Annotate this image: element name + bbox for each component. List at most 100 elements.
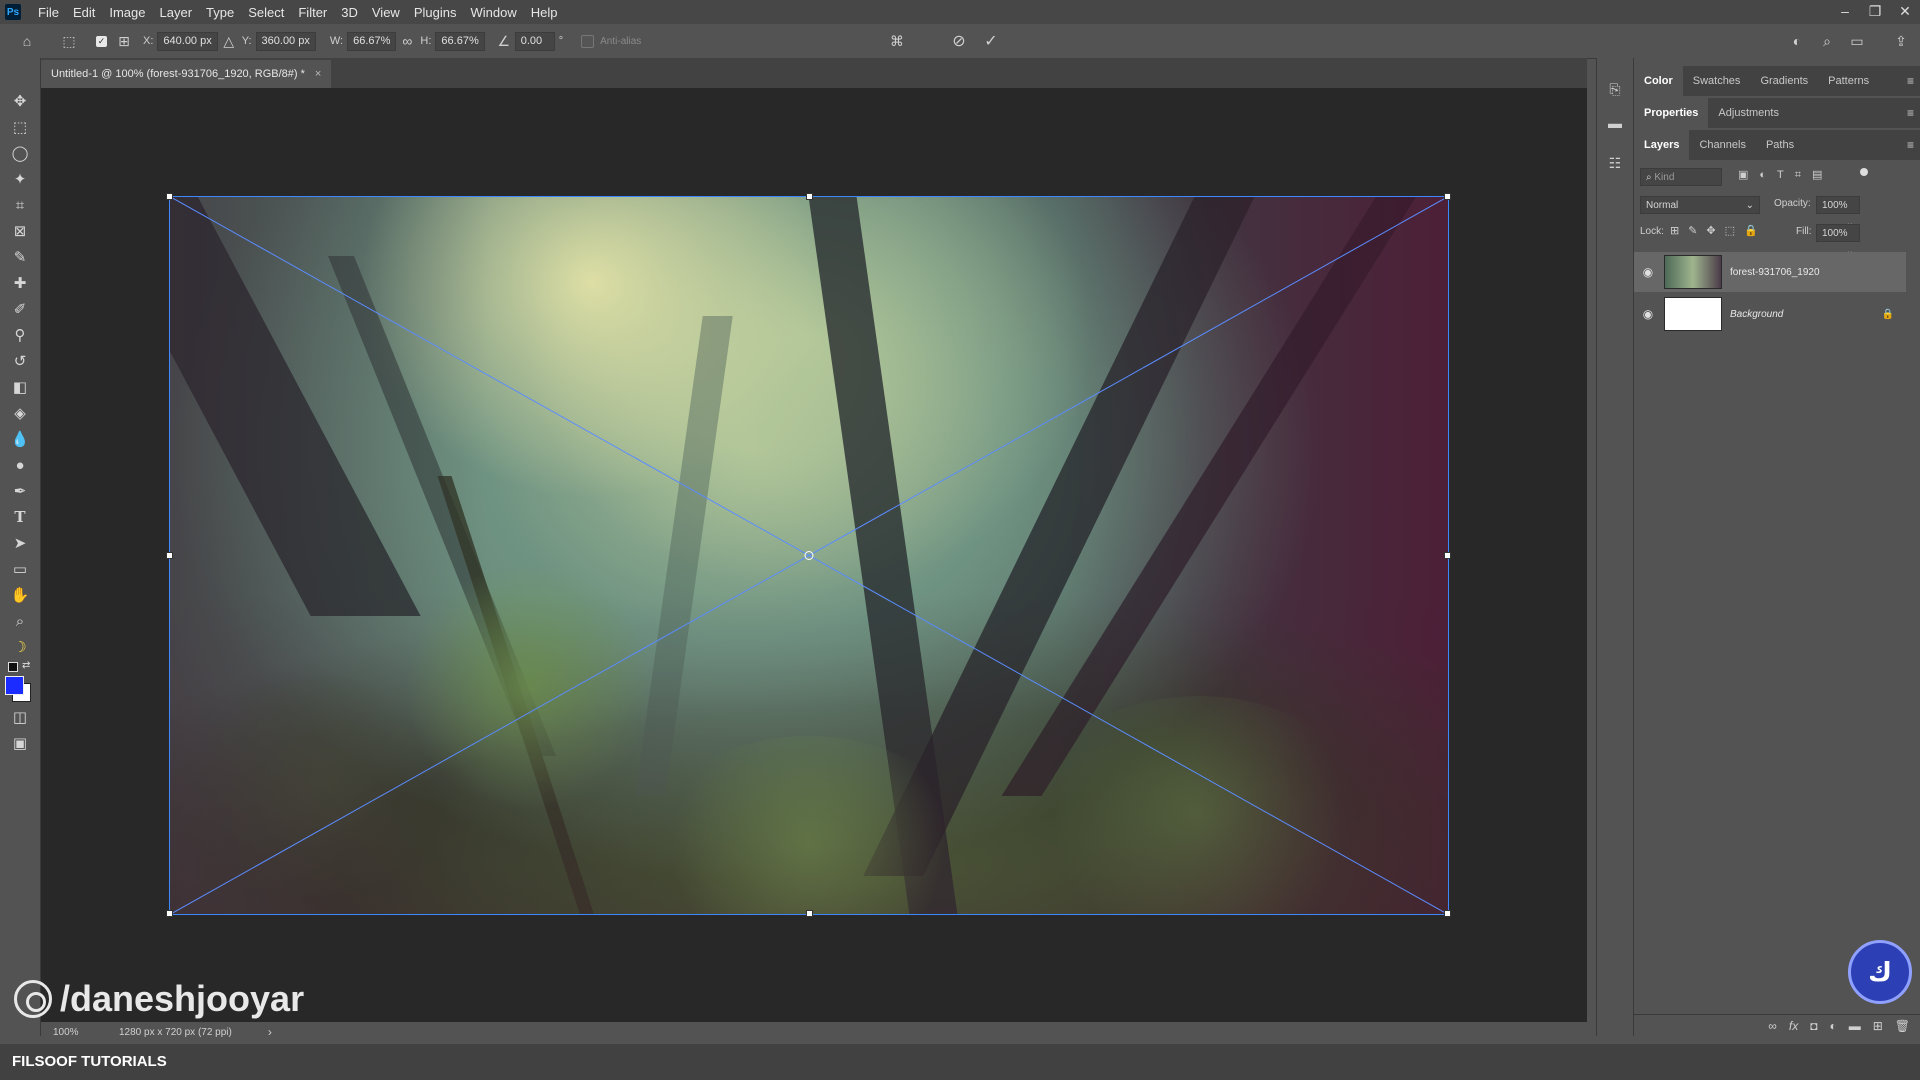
panel-menu-icon[interactable]: ≡ <box>1907 74 1914 88</box>
new-group-icon[interactable]: ▬ <box>1849 1019 1861 1033</box>
link-layers-icon[interactable]: ∞ <box>1768 1019 1777 1033</box>
menu-view[interactable]: View <box>365 5 407 20</box>
handle-top-left[interactable] <box>166 193 173 200</box>
lasso-tool-icon[interactable]: ◯ <box>0 140 40 166</box>
paint-bucket-tool-icon[interactable]: ◈ <box>0 400 40 426</box>
crop-tool-icon[interactable]: ⌗ <box>0 192 40 218</box>
eye-icon[interactable]: ◉ <box>1634 265 1662 279</box>
screen-mode-icon[interactable]: ▣ <box>0 730 40 756</box>
default-colors-icon[interactable] <box>8 662 18 672</box>
transform-bounding-box[interactable] <box>166 193 1451 917</box>
eraser-tool-icon[interactable]: ◧ <box>0 374 40 400</box>
tab-color[interactable]: Color <box>1634 66 1683 96</box>
close-tab-icon[interactable]: × <box>315 60 321 88</box>
lock-icons[interactable]: ⊞✎✥⬚🔒 <box>1670 224 1767 237</box>
menu-layer[interactable]: Layer <box>153 5 200 20</box>
banana-icon[interactable]: ☽ <box>0 634 40 660</box>
dodge-tool-icon[interactable]: ● <box>0 452 40 478</box>
layer-name[interactable]: Background <box>1730 309 1783 320</box>
layer-row-forest[interactable]: ◉ forest-931706_1920 <box>1634 252 1906 292</box>
delta-icon[interactable]: △ <box>218 30 240 52</box>
panel-menu-icon[interactable]: ≡ <box>1907 138 1914 152</box>
marquee-tool-icon[interactable]: ⬚ <box>0 114 40 140</box>
status-menu-arrow[interactable]: › <box>268 1025 272 1039</box>
tab-adjustments[interactable]: Adjustments <box>1708 98 1789 128</box>
handle-top-center[interactable] <box>806 193 813 200</box>
clone-stamp-tool-icon[interactable]: ⚲ <box>0 322 40 348</box>
home-icon[interactable]: ⌂ <box>16 30 38 52</box>
tab-swatches[interactable]: Swatches <box>1683 66 1751 96</box>
share-user-icon[interactable]: ◐ <box>1786 30 1808 52</box>
pen-tool-icon[interactable]: ✒ <box>0 478 40 504</box>
menu-filter[interactable]: Filter <box>291 5 334 20</box>
menu-edit[interactable]: Edit <box>66 5 102 20</box>
path-selection-tool-icon[interactable]: ➤ <box>0 530 40 556</box>
new-layer-icon[interactable]: ⊞ <box>1873 1019 1883 1033</box>
quick-mask-icon[interactable]: ◫ <box>0 704 40 730</box>
commit-transform-icon[interactable]: ✓ <box>980 30 1002 52</box>
layer-filter-field[interactable]: ⌕ Kind <box>1640 168 1722 186</box>
zoom-level[interactable]: 100% <box>53 1027 113 1038</box>
hand-tool-icon[interactable]: ✋ <box>0 582 40 608</box>
brush-tool-icon[interactable]: ✐ <box>0 296 40 322</box>
history-icon[interactable]: ⎘ <box>1597 72 1633 106</box>
warp-mode-icon[interactable]: ⌘ <box>886 30 908 52</box>
menu-window[interactable]: Window <box>463 5 523 20</box>
add-mask-icon[interactable]: ◘ <box>1810 1019 1817 1033</box>
move-tool-icon[interactable]: ✥ <box>0 88 40 114</box>
swap-colors-icon[interactable]: ⇄ <box>22 660 30 671</box>
tab-gradients[interactable]: Gradients <box>1750 66 1818 96</box>
height-field[interactable]: 66.67% <box>435 31 485 51</box>
handle-bottom-center[interactable] <box>806 910 813 917</box>
layer-name[interactable]: forest-931706_1920 <box>1730 267 1820 278</box>
handle-bottom-right[interactable] <box>1444 910 1451 917</box>
frame-tool-icon[interactable]: ⊠ <box>0 218 40 244</box>
handle-bottom-left[interactable] <box>166 910 173 917</box>
comments-icon[interactable]: ▬ <box>1597 106 1633 140</box>
handle-top-right[interactable] <box>1444 193 1451 200</box>
blend-mode-select[interactable]: Normal ⌄ <box>1640 196 1760 214</box>
tab-patterns[interactable]: Patterns <box>1818 66 1879 96</box>
document-tab[interactable]: Untitled-1 @ 100% (forest-931706_1920, R… <box>41 60 332 88</box>
menu-3d[interactable]: 3D <box>334 5 365 20</box>
blur-tool-icon[interactable]: 💧 <box>0 426 40 452</box>
close-window-button[interactable]: ✕ <box>1890 0 1920 24</box>
delete-layer-icon[interactable]: 🗑 <box>1895 1019 1910 1033</box>
angle-field[interactable]: 0.00 <box>514 31 555 51</box>
lock-icon[interactable]: 🔒 <box>1882 309 1894 320</box>
menu-plugins[interactable]: Plugins <box>407 5 464 20</box>
reference-point-grid-icon[interactable]: ⊞ <box>113 30 135 52</box>
search-icon[interactable]: ⌕ <box>1816 30 1838 52</box>
antialias-checkbox[interactable] <box>581 34 595 48</box>
cancel-transform-icon[interactable]: ⊘ <box>948 30 970 52</box>
tab-layers[interactable]: Layers <box>1634 130 1690 160</box>
y-position-field[interactable]: 360.00 px <box>255 31 316 51</box>
rectangle-tool-icon[interactable]: ▭ <box>0 556 40 582</box>
menu-image[interactable]: Image <box>102 5 152 20</box>
learn-icon[interactable]: ☷ <box>1597 146 1633 180</box>
tab-paths[interactable]: Paths <box>1756 130 1804 160</box>
history-brush-tool-icon[interactable]: ↺ <box>0 348 40 374</box>
healing-brush-tool-icon[interactable]: ✚ <box>0 270 40 296</box>
width-field[interactable]: 66.67% <box>347 31 397 51</box>
menu-help[interactable]: Help <box>524 5 565 20</box>
share-icon[interactable]: ⇪ <box>1890 30 1912 52</box>
minimize-button[interactable]: – <box>1830 0 1860 24</box>
x-position-field[interactable]: 640.00 px <box>157 31 218 51</box>
adjustment-layer-icon[interactable]: ◐ <box>1829 1019 1836 1033</box>
reference-point-checkbox[interactable]: ✓ <box>96 35 107 47</box>
handle-middle-left[interactable] <box>166 552 173 559</box>
filter-toggle-icon[interactable] <box>1860 168 1868 176</box>
magic-wand-tool-icon[interactable]: ✦ <box>0 166 40 192</box>
handle-middle-right[interactable] <box>1444 552 1451 559</box>
move-tool-preset-icon[interactable]: ⬚ <box>58 30 80 52</box>
workspace-icon[interactable]: ▭ <box>1846 30 1868 52</box>
fx-icon[interactable]: fx <box>1789 1019 1798 1033</box>
restore-button[interactable]: ❐ <box>1860 0 1890 24</box>
menu-type[interactable]: Type <box>199 5 241 20</box>
tab-channels[interactable]: Channels <box>1689 130 1755 160</box>
zoom-tool-icon[interactable]: ⌕ <box>0 608 40 634</box>
layer-row-background[interactable]: ◉ Background 🔒 <box>1634 294 1906 334</box>
panel-menu-icon[interactable]: ≡ <box>1907 106 1914 120</box>
opacity-field[interactable]: 100% ⌄ <box>1816 196 1860 229</box>
